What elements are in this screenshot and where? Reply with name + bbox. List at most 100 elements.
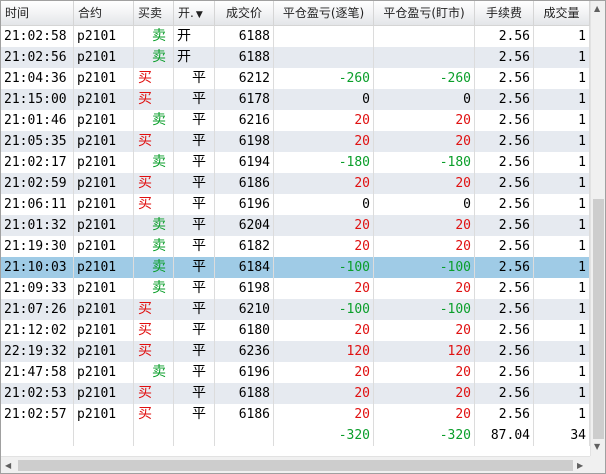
cell-contract: p2101 (74, 26, 134, 47)
cell-contract: p2101 (74, 341, 134, 362)
cell-time: 21:10:03 (1, 257, 74, 278)
cell-fee: 2.56 (475, 278, 534, 299)
cell-qty: 1 (534, 47, 590, 68)
table-row[interactable]: 21:07:26 p2101 买平 6210 -100 -100 2.56 1 (1, 299, 590, 320)
table-row[interactable]: 21:15:00 p2101 买平 6178 0 0 2.56 1 (1, 89, 590, 110)
horizontal-scroll-thumb[interactable] (18, 460, 573, 471)
totals-row[interactable]: -320 -320 87.04 34 (1, 425, 590, 446)
cell-side: 买 (134, 194, 174, 215)
scroll-right-arrow-icon[interactable]: ▶ (577, 461, 583, 471)
cell-qty: 1 (534, 173, 590, 194)
column-header-label: 成交量 (543, 6, 580, 20)
cell-pnl_mark: -100 (374, 299, 475, 320)
cell-time: 21:19:30 (1, 236, 74, 257)
cell-pnl_trade: 20 (274, 110, 374, 131)
cell-pnl_trade: 20 (274, 404, 374, 425)
column-header-pnl_mark[interactable]: 平仓盈亏(盯市) (374, 1, 475, 25)
column-header-qty[interactable]: 成交量 (534, 1, 590, 25)
table-row[interactable]: 21:09:33 p2101 卖平 6198 20 20 2.56 1 (1, 278, 590, 299)
vertical-scroll-thumb[interactable] (593, 199, 604, 439)
trade-table-body[interactable]: 21:02:58 p2101 卖开 6188 2.56 1 21:02:56 p2101 卖开 6… (1, 26, 590, 456)
cell-oc: 平 (174, 68, 215, 89)
cell-pnl_trade: -100 (274, 299, 374, 320)
cell-time: 21:02:56 (1, 47, 74, 68)
column-header-label: 手续费 (485, 6, 522, 20)
cell-price: 6184 (215, 257, 274, 278)
cell-pnl_mark: -100 (374, 257, 475, 278)
cell-pnl_mark: 20 (374, 383, 475, 404)
cell-pnl_mark: 20 (374, 173, 475, 194)
cell-contract: p2101 (74, 278, 134, 299)
cell-qty: 1 (534, 299, 590, 320)
table-row[interactable]: 21:10:03 p2101 卖平 6184 -100 -100 2.56 1 (1, 257, 590, 278)
cell-price: 6210 (215, 299, 274, 320)
cell-contract: p2101 (74, 152, 134, 173)
cell-time: 21:04:36 (1, 68, 74, 89)
cell-side: 买 (134, 383, 174, 404)
cell-pnl_mark: 20 (374, 320, 475, 341)
cell-fee: 2.56 (475, 173, 534, 194)
cell-pnl_mark: -320 (374, 425, 475, 446)
cell-oc: 平 (174, 152, 215, 173)
scrollbar-corner (590, 456, 605, 473)
cell-pnl_trade: 20 (274, 320, 374, 341)
cell-time: 21:15:00 (1, 89, 74, 110)
scroll-up-arrow-icon[interactable]: ▲ (594, 4, 600, 14)
table-row[interactable]: 21:05:35 p2101 买平 6198 20 20 2.56 1 (1, 131, 590, 152)
scroll-left-arrow-icon[interactable]: ◀ (5, 461, 11, 471)
cell-time: 21:02:53 (1, 383, 74, 404)
horizontal-scrollbar[interactable]: ◀ ▶ (1, 456, 590, 473)
table-row[interactable]: 22:19:32 p2101 买平 6236 120 120 2.56 1 (1, 341, 590, 362)
table-row[interactable]: 21:01:32 p2101 卖平 6204 20 20 2.56 1 (1, 215, 590, 236)
cell-time: 21:09:33 (1, 278, 74, 299)
column-header-side[interactable]: 买卖 (134, 1, 174, 25)
vertical-scrollbar[interactable]: ▲ ▼ (590, 1, 605, 456)
table-row[interactable]: 21:19:30 p2101 卖平 6182 20 20 2.56 1 (1, 236, 590, 257)
cell-contract: p2101 (74, 362, 134, 383)
column-header-contract[interactable]: 合约 (74, 1, 134, 25)
cell-fee: 2.56 (475, 362, 534, 383)
cell-price: 6186 (215, 404, 274, 425)
table-row[interactable]: 21:02:53 p2101 买平 6188 20 20 2.56 1 (1, 383, 590, 404)
cell-oc: 平 (174, 362, 215, 383)
cell-pnl_trade: 20 (274, 131, 374, 152)
table-row[interactable]: 21:12:02 p2101 买平 6180 20 20 2.56 1 (1, 320, 590, 341)
cell-pnl_mark (374, 26, 475, 47)
table-row[interactable]: 21:02:57 p2101 买平 6186 20 20 2.56 1 (1, 404, 590, 425)
column-header-pnl_trade[interactable]: 平仓盈亏(逐笔) (274, 1, 374, 25)
cell-price: 6182 (215, 236, 274, 257)
table-row[interactable]: 21:02:58 p2101 卖开 6188 2.56 1 (1, 26, 590, 47)
cell-fee: 2.56 (475, 383, 534, 404)
column-header-oc[interactable]: 开. ▼ (174, 1, 215, 25)
table-row[interactable]: 21:02:17 p2101 卖平 6194 -180 -180 2.56 1 (1, 152, 590, 173)
column-header-fee[interactable]: 手续费 (475, 1, 534, 25)
scroll-down-arrow-icon[interactable]: ▼ (594, 442, 600, 452)
table-row[interactable]: 21:47:58 p2101 卖平 6196 20 20 2.56 1 (1, 362, 590, 383)
cell-side: 买 (134, 173, 174, 194)
cell-price: 6196 (215, 362, 274, 383)
cell-price: 6196 (215, 194, 274, 215)
cell-qty: 34 (534, 425, 590, 446)
sort-desc-icon[interactable]: ▼ (196, 10, 203, 20)
cell-fee: 2.56 (475, 194, 534, 215)
cell-contract: p2101 (74, 299, 134, 320)
cell-time: 21:05:35 (1, 131, 74, 152)
cell-price: 6216 (215, 110, 274, 131)
table-row[interactable]: 21:04:36 p2101 买平 6212 -260 -260 2.56 1 (1, 68, 590, 89)
cell-side: 卖 (134, 152, 174, 173)
table-row[interactable]: 21:01:46 p2101 卖平 6216 20 20 2.56 1 (1, 110, 590, 131)
cell-pnl_trade: -320 (274, 425, 374, 446)
table-row[interactable]: 21:02:59 p2101 买平 6186 20 20 2.56 1 (1, 173, 590, 194)
cell-price: 6188 (215, 26, 274, 47)
table-row[interactable]: 21:06:11 p2101 买平 6196 0 0 2.56 1 (1, 194, 590, 215)
cell-oc: 开 (174, 26, 215, 47)
cell-oc: 平 (174, 404, 215, 425)
column-header-time[interactable]: 时间 (1, 1, 74, 25)
column-header-price[interactable]: 成交价 (215, 1, 274, 25)
table-row[interactable]: 21:02:56 p2101 卖开 6188 2.56 1 (1, 47, 590, 68)
cell-time (1, 425, 74, 446)
cell-qty: 1 (534, 236, 590, 257)
cell-oc: 平 (174, 236, 215, 257)
column-header-label: 合约 (78, 6, 103, 20)
column-header-label: 成交价 (225, 6, 262, 20)
